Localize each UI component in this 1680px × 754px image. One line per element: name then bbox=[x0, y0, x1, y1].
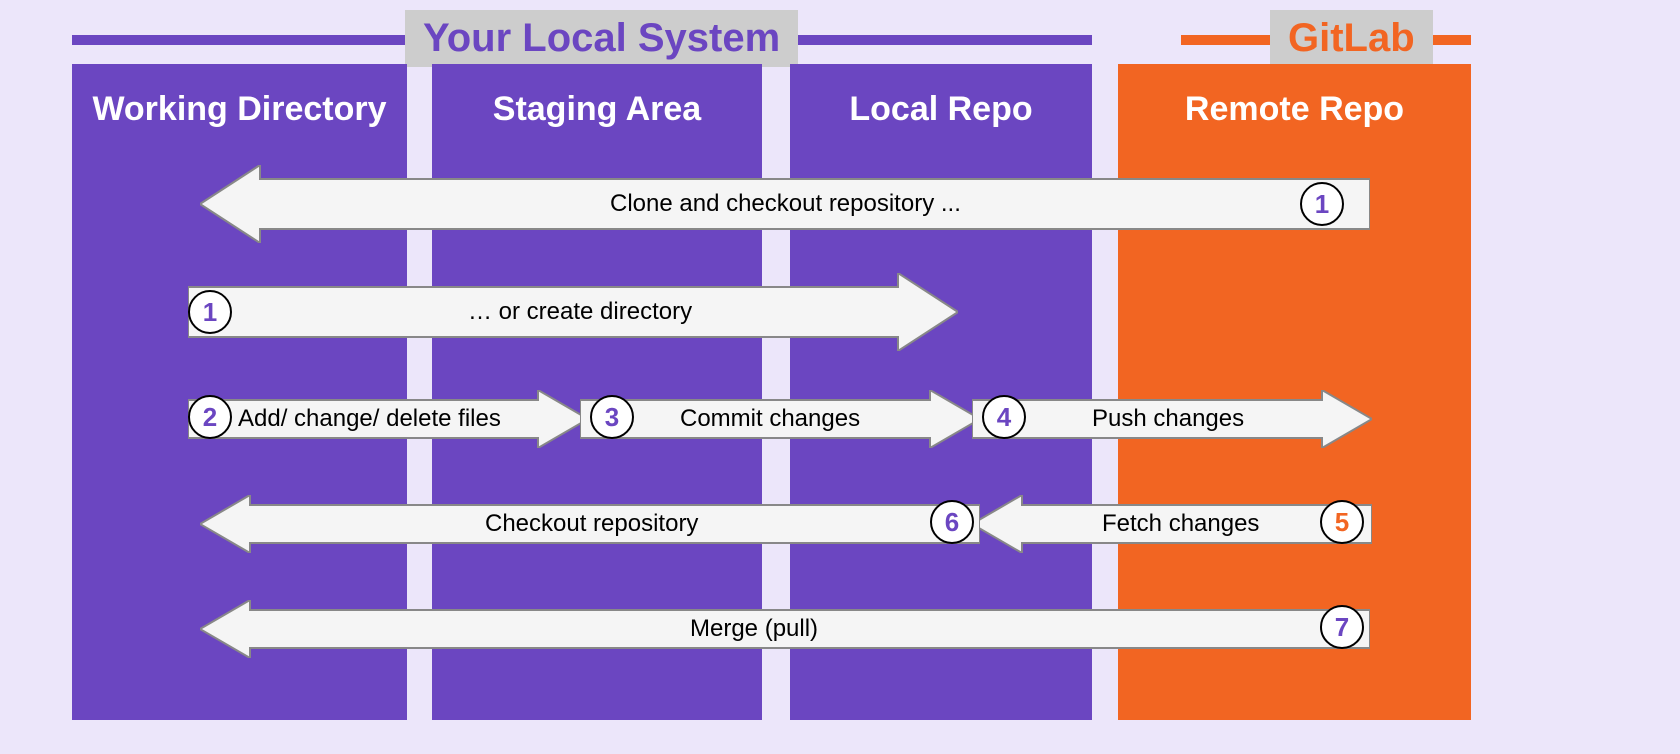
arrow-commit-label: Commit changes bbox=[680, 405, 860, 433]
arrow-add-files-label: Add/ change/ delete files bbox=[238, 405, 501, 433]
arrow-create-dir: … or create directory bbox=[188, 288, 958, 336]
arrow-commit: Commit changes bbox=[580, 395, 980, 443]
arrow-checkout-label: Checkout repository bbox=[485, 510, 698, 538]
step-num-create-dir: 1 bbox=[188, 290, 232, 334]
arrow-fetch: Fetch changes bbox=[972, 500, 1372, 548]
arrow-clone: Clone and checkout repository ... bbox=[200, 180, 1370, 228]
step-num-checkout: 6 bbox=[930, 500, 974, 544]
column-title-staging-area: Staging Area bbox=[432, 64, 762, 129]
arrow-add-files: Add/ change/ delete files bbox=[188, 395, 588, 443]
arrow-clone-label: Clone and checkout repository ... bbox=[610, 190, 961, 218]
arrow-merge-label: Merge (pull) bbox=[690, 615, 818, 643]
column-title-remote-repo: Remote Repo bbox=[1118, 64, 1471, 129]
arrow-checkout: Checkout repository bbox=[200, 500, 980, 548]
step-num-merge: 7 bbox=[1320, 605, 1364, 649]
arrow-push-label: Push changes bbox=[1092, 405, 1244, 433]
header-label-local: Your Local System bbox=[405, 10, 798, 67]
step-num-add-files: 2 bbox=[188, 395, 232, 439]
arrow-fetch-label: Fetch changes bbox=[1102, 510, 1259, 538]
column-title-local-repo: Local Repo bbox=[790, 64, 1092, 129]
step-num-fetch: 5 bbox=[1320, 500, 1364, 544]
arrow-merge: Merge (pull) bbox=[200, 605, 1370, 653]
arrow-create-dir-label: … or create directory bbox=[468, 298, 692, 326]
arrow-push: Push changes bbox=[972, 395, 1372, 443]
column-title-working-directory: Working Directory bbox=[72, 64, 407, 129]
step-num-clone: 1 bbox=[1300, 182, 1344, 226]
header-label-remote: GitLab bbox=[1270, 10, 1433, 67]
step-num-push: 4 bbox=[982, 395, 1026, 439]
step-num-commit: 3 bbox=[590, 395, 634, 439]
